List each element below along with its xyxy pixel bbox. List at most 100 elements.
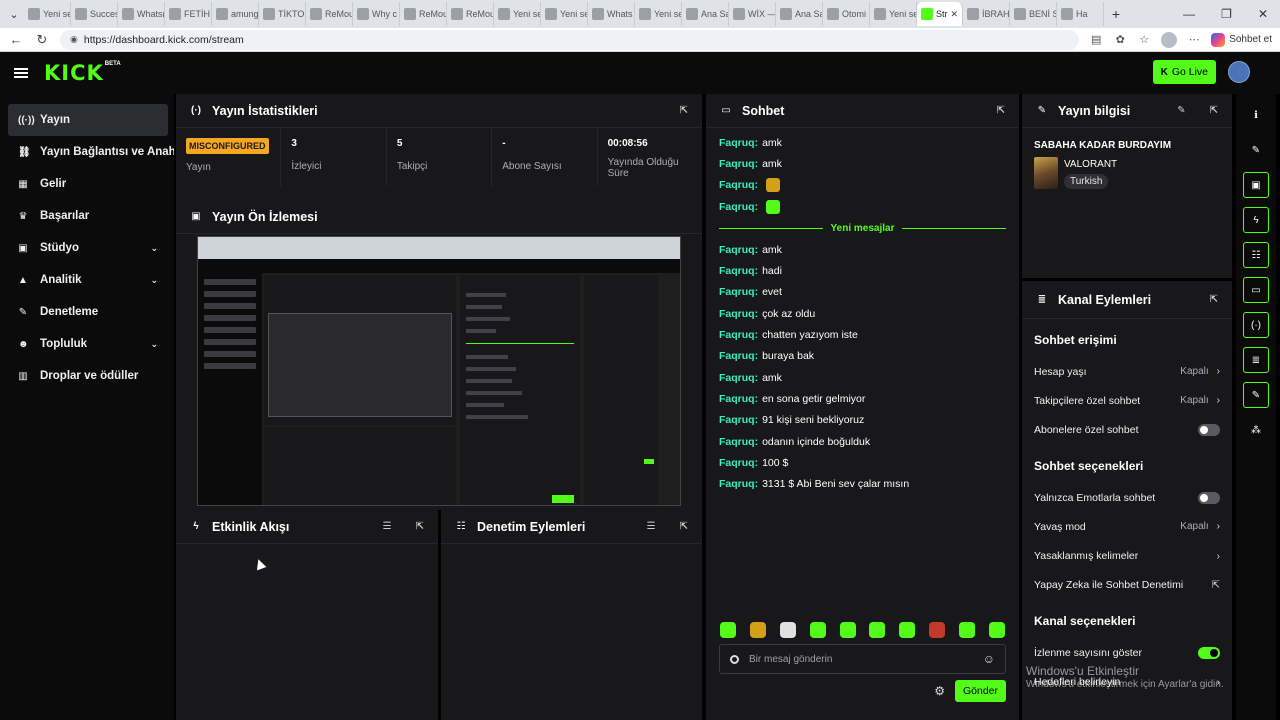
menu-icon[interactable]	[14, 68, 28, 78]
emote-icon[interactable]	[959, 622, 975, 638]
sidebar-item[interactable]: ⛓Yayın Bağlantısı ve Anahtarı	[0, 136, 174, 168]
wrench-icon[interactable]: ✎	[1243, 382, 1269, 408]
emote-icon[interactable]	[809, 622, 826, 638]
reader-icon[interactable]: ▤	[1089, 33, 1103, 46]
chat-message: Faqruq: amk	[719, 243, 782, 256]
browser-tab[interactable]: BENİ S	[1010, 2, 1057, 26]
channel-setting-row[interactable]: Yasaklanmış kelimeler ›	[1022, 541, 1232, 570]
channel-setting-row[interactable]: İzlenme sayısını göster	[1022, 638, 1232, 667]
sidebar-item[interactable]: ✎ Denetleme	[0, 296, 174, 328]
browser-tab[interactable]: Whats(	[118, 2, 165, 26]
browser-tab[interactable]: Succes:	[71, 2, 118, 26]
go-live-button[interactable]: K Go Live	[1152, 60, 1216, 84]
sidebar-item[interactable]: ☻ Topluluk ⌄	[0, 328, 174, 360]
emoji-icon[interactable]: ☺	[983, 652, 995, 666]
browser-tab[interactable]: ReMou	[306, 2, 353, 26]
popout-icon[interactable]: ⇱	[997, 105, 1005, 116]
back-icon[interactable]: ←	[8, 32, 24, 47]
emote-icon[interactable]	[749, 622, 766, 638]
emote-icon[interactable]	[988, 622, 1005, 638]
list-icon[interactable]: ☷	[1243, 242, 1269, 268]
browser-tab[interactable]: Ana Sa	[682, 2, 729, 26]
pencil-icon[interactable]: ✎	[1243, 137, 1269, 163]
channel-setting-row[interactable]: Yapay Zeka ile Sohbet Denetimi ⇱	[1022, 571, 1232, 600]
lightning-icon[interactable]: ϟ	[1243, 207, 1269, 233]
browser-tab[interactable]: Yeni se	[870, 2, 917, 26]
browser-tab[interactable]: İBRAH	[963, 2, 1010, 26]
kick-logo[interactable]: KICKBETA	[44, 61, 121, 85]
filter-icon[interactable]: ☰	[647, 521, 656, 532]
url-text: https://dashboard.kick.com/stream	[83, 33, 244, 46]
browser-tab[interactable]: Ha	[1057, 2, 1104, 26]
preview-icon[interactable]: ▣	[1243, 172, 1269, 198]
browser-tab[interactable]: Yeni se	[635, 2, 682, 26]
site-info-icon[interactable]: ◉	[70, 34, 78, 45]
toggle-switch[interactable]	[1198, 491, 1220, 504]
browser-tab[interactable]: amung	[212, 2, 259, 26]
chat-icon[interactable]: ▭	[1243, 277, 1269, 303]
favorite-icon[interactable]: ☆	[1137, 33, 1151, 46]
browser-tab[interactable]: Str ✕	[917, 2, 963, 26]
toggle-switch[interactable]	[1198, 424, 1220, 437]
tab-menu-icon[interactable]: ⌄	[4, 4, 24, 24]
browser-tab[interactable]: Ana Sa	[776, 2, 823, 26]
minimize-icon[interactable]: —	[1183, 7, 1195, 21]
new-tab-button[interactable]: +	[1104, 6, 1128, 22]
info-icon[interactable]: ℹ	[1243, 102, 1269, 128]
restore-icon[interactable]: ❐	[1221, 7, 1232, 21]
browser-tab[interactable]: Yeni se	[24, 2, 71, 26]
emote-icon[interactable]	[720, 622, 736, 638]
browser-tab[interactable]: ReMou	[447, 2, 494, 26]
toggle-switch[interactable]	[1198, 646, 1220, 659]
pencil-icon[interactable]: ✎	[1177, 105, 1185, 116]
popout-icon[interactable]: ⇱	[680, 105, 688, 116]
browser-tab[interactable]: FETİH	[165, 2, 212, 26]
sidebar-item[interactable]: ▥ Droplar ve ödüller	[0, 360, 174, 392]
sidebar-item[interactable]: ▦ Gelir	[0, 168, 174, 200]
copilot-button[interactable]: Sohbet et	[1211, 32, 1272, 47]
profile-icon[interactable]	[1161, 31, 1178, 48]
close-tab-icon[interactable]: ✕	[951, 9, 959, 20]
emote-icon[interactable]	[869, 622, 886, 638]
layers-icon[interactable]: ≣	[1243, 347, 1269, 373]
send-button[interactable]: Gönder	[954, 680, 1006, 702]
filter-icon[interactable]: ☰	[383, 521, 392, 532]
channel-setting-row[interactable]: Abonelere özel sohbet	[1022, 416, 1232, 445]
broadcast-icon[interactable]: (·)	[1243, 312, 1269, 338]
sidebar-item[interactable]: ▣ Stüdyo ⌄	[0, 232, 174, 264]
channel-setting-row[interactable]: Yavaş mod Kapalı ›	[1022, 512, 1232, 541]
browser-tab[interactable]: Whats	[588, 2, 635, 26]
share-icon[interactable]: ⁂	[1243, 417, 1269, 443]
close-icon[interactable]: ✕	[1258, 7, 1268, 21]
emote-icon[interactable]	[839, 622, 856, 638]
avatar[interactable]	[1228, 61, 1250, 83]
browser-tab[interactable]: Yeni se	[541, 2, 588, 26]
more-icon[interactable]: ⋯	[1187, 33, 1201, 46]
browser-tab[interactable]: Otomi	[823, 2, 870, 26]
browser-tab[interactable]: TİKTOI	[259, 2, 306, 26]
sidebar-item[interactable]: ♛ Başarılar	[0, 200, 174, 232]
sidebar-item[interactable]: ((·)) Yayın	[8, 104, 168, 136]
emote-icon[interactable]	[929, 622, 946, 638]
chat-input[interactable]: Bir mesaj gönderin ☺	[719, 644, 1006, 674]
emote-icon[interactable]	[899, 622, 916, 638]
stream-preview-video[interactable]	[197, 236, 681, 506]
popout-icon[interactable]: ⇱	[416, 521, 424, 532]
refresh-icon[interactable]: ↻	[34, 32, 50, 48]
browser-tab[interactable]: Why c	[353, 2, 400, 26]
chat-message: Faqruq: çok az oldu	[719, 307, 816, 320]
url-field[interactable]: ◉ https://dashboard.kick.com/stream	[60, 29, 1080, 50]
browser-tab[interactable]: ReMou	[400, 2, 447, 26]
gear-icon[interactable]: ⚙	[934, 684, 945, 698]
extension-icon[interactable]: ✿	[1113, 33, 1127, 46]
browser-tab[interactable]: WİX —	[729, 2, 776, 26]
channel-setting-row[interactable]: Yalnızca Emotlarla sohbet	[1022, 483, 1232, 512]
popout-icon[interactable]: ⇱	[1210, 105, 1218, 116]
popout-icon[interactable]: ⇱	[1210, 294, 1218, 305]
browser-tab[interactable]: Yeni se	[494, 2, 541, 26]
channel-setting-row[interactable]: Takipçilere özel sohbet Kapalı ›	[1022, 386, 1232, 415]
emote-icon[interactable]	[779, 622, 796, 638]
channel-setting-row[interactable]: Hesap yaşı Kapalı ›	[1022, 357, 1232, 386]
sidebar-item[interactable]: ▲ Analitik ⌄	[0, 264, 174, 296]
popout-icon[interactable]: ⇱	[680, 521, 688, 532]
